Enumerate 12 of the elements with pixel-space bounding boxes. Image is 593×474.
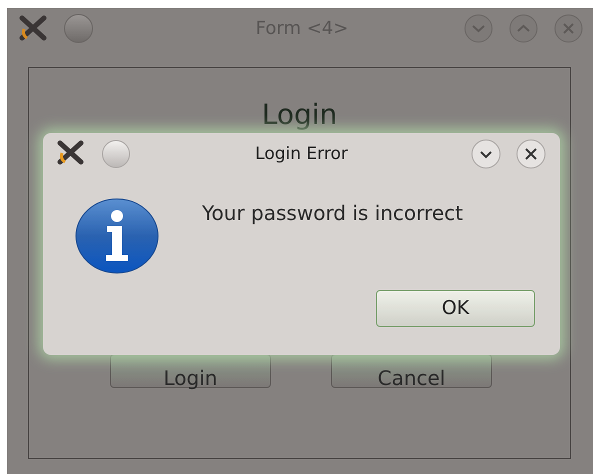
- minimize-icon[interactable]: [471, 139, 501, 169]
- ok-button[interactable]: OK: [376, 290, 535, 327]
- close-icon[interactable]: [516, 139, 546, 169]
- form-button[interactable]: Cancel: [331, 354, 492, 388]
- error-message: Your password is incorrect: [202, 200, 463, 227]
- form-heading: Login: [260, 97, 338, 133]
- x-logo-icon[interactable]: [57, 140, 84, 165]
- dialog-title: Login Error: [254, 143, 349, 166]
- x-logo-icon[interactable]: [19, 15, 47, 41]
- maximize-icon[interactable]: [509, 14, 538, 43]
- info-icon: [75, 198, 159, 274]
- form-button[interactable]: Login: [110, 354, 271, 388]
